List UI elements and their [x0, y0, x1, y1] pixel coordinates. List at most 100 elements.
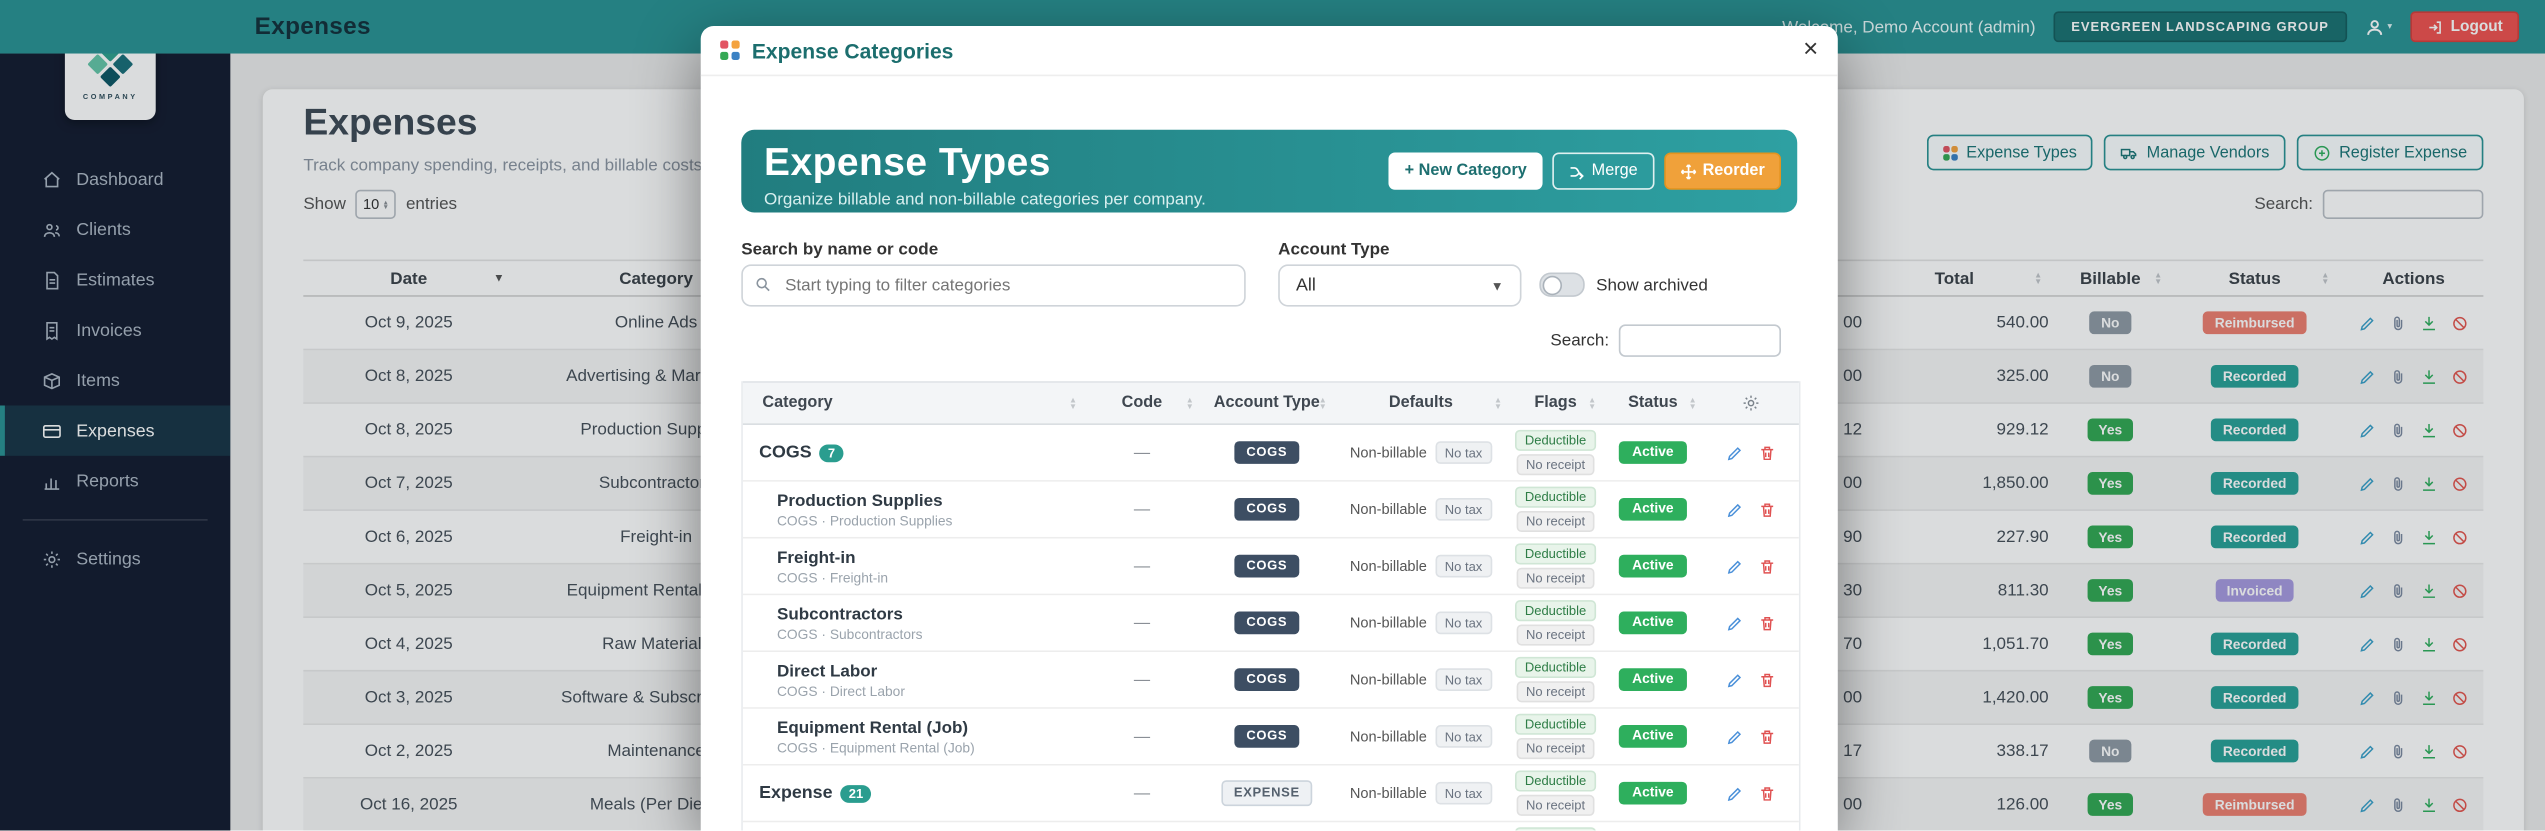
account-type-badge: COGS	[1235, 725, 1299, 748]
category-name: Production Supplies	[776, 490, 943, 511]
modal-title: Expense Categories	[751, 38, 954, 63]
expense-types-banner: Expense Types Organize billable and non-…	[741, 129, 1798, 213]
category-table-row: Subcontractors COGS · Subcontractors — C…	[742, 595, 1799, 653]
column-header-status[interactable]: Status ▲ ▼	[1603, 383, 1704, 424]
category-code: —	[1133, 727, 1151, 746]
category-code: —	[1133, 670, 1151, 689]
category-name: COGS	[759, 442, 812, 463]
account-type-label: Account Type	[1278, 240, 1390, 260]
billable-default: Non-billable	[1349, 501, 1427, 518]
delete-category-icon[interactable]	[1758, 444, 1776, 462]
delete-category-icon[interactable]	[1758, 614, 1776, 632]
receipt-flag-badge: No receipt	[1516, 738, 1595, 760]
category-code: —	[1133, 500, 1151, 519]
delete-category-icon[interactable]	[1758, 500, 1776, 518]
category-code: —	[1133, 784, 1151, 803]
receipt-flag-badge: No receipt	[1516, 794, 1595, 816]
sort-icon: ▲▼	[1588, 394, 1597, 412]
edit-category-icon[interactable]	[1726, 614, 1744, 632]
billable-default: Non-billable	[1349, 444, 1427, 461]
billable-default: Non-billable	[1349, 557, 1427, 575]
subcategory-count-badge: 7	[819, 443, 844, 462]
tax-default-badge: No tax	[1435, 497, 1493, 521]
show-archived-toggle[interactable]	[1539, 272, 1585, 297]
category-name: Equipment Rental (Job)	[776, 717, 969, 738]
receipt-flag-badge: No receipt	[1516, 454, 1595, 476]
categories-icon	[720, 40, 739, 60]
receipt-flag-badge: No receipt	[1516, 681, 1595, 703]
search-icon	[754, 276, 772, 294]
banner-subtitle: Organize billable and non-billable categ…	[763, 189, 1206, 210]
category-path: COGS · Equipment Rental (Job)	[776, 738, 975, 756]
status-badge: Active	[1619, 497, 1687, 521]
column-header-code[interactable]: Code ▲ ▼	[1084, 383, 1201, 424]
account-type-badge: COGS	[1235, 611, 1299, 635]
deductible-badge: Deductible	[1515, 770, 1596, 792]
app-window: Expenses Welcome, Demo Account (admin) E…	[0, 0, 2545, 831]
deductible-badge: Deductible	[1515, 600, 1596, 622]
status-badge: Active	[1619, 611, 1687, 635]
category-path: COGS · Production Supplies	[776, 511, 953, 528]
account-type-badge: COGS	[1235, 441, 1299, 464]
column-header-flags[interactable]: Flags ▲ ▼	[1509, 383, 1603, 424]
delete-category-icon[interactable]	[1758, 557, 1776, 575]
sort-icon: ▲▼	[1493, 394, 1503, 412]
sort-icon: ▲▼	[1318, 394, 1327, 412]
category-name: Direct Labor	[776, 660, 878, 681]
edit-category-icon[interactable]	[1726, 671, 1744, 689]
status-badge: Active	[1619, 554, 1687, 578]
category-name: Expense	[759, 783, 833, 803]
delete-category-icon[interactable]	[1758, 671, 1776, 689]
close-icon[interactable]: ×	[1803, 36, 1818, 63]
category-table-search: Search:	[1550, 324, 1782, 357]
edit-category-icon[interactable]	[1726, 444, 1744, 462]
edit-category-icon[interactable]	[1726, 500, 1744, 518]
edit-category-icon[interactable]	[1726, 557, 1744, 575]
billable-default: Non-billable	[1349, 785, 1427, 802]
show-archived-control: Show archived	[1539, 272, 1708, 297]
new-category-button[interactable]: + New Category	[1388, 152, 1544, 190]
delete-category-icon[interactable]	[1758, 727, 1776, 745]
column-header-defaults[interactable]: Defaults ▲ ▼	[1333, 383, 1508, 424]
edit-category-icon[interactable]	[1726, 784, 1744, 802]
billable-default: Non-billable	[1349, 614, 1427, 631]
category-search	[741, 264, 1246, 307]
edit-category-icon[interactable]	[1726, 727, 1744, 745]
receipt-flag-badge: No receipt	[1516, 624, 1595, 646]
category-table-search-input[interactable]	[1618, 324, 1782, 357]
tax-default-badge: No tax	[1435, 441, 1493, 464]
category-path: COGS · Freight-in	[776, 568, 889, 585]
deductible-badge: Deductible	[1515, 827, 1596, 831]
show-archived-label: Show archived	[1596, 274, 1708, 295]
tax-default-badge: No tax	[1435, 554, 1493, 578]
account-type-select[interactable]: All ▼	[1278, 264, 1522, 307]
category-table-row: Production Supplies COGS · Production Su…	[742, 481, 1799, 539]
deductible-badge: Deductible	[1515, 486, 1596, 508]
categories-table: Category ▲ ▼ Code ▲ ▼ Account Type ▲ ▼ Defa…	[741, 381, 1801, 831]
expense-categories-modal: Expense Categories × Expense Types Organ…	[700, 25, 1838, 831]
status-badge: Active	[1619, 724, 1687, 749]
category-table-row: Advertising & Marketing 3 — EXPENSE Non-…	[742, 822, 1799, 831]
categories-table-header: Category ▲ ▼ Code ▲ ▼ Account Type ▲ ▼ Defa…	[742, 381, 1799, 425]
move-arrows-icon	[1680, 163, 1696, 179]
category-table-row: COGS 7 — COGS Non-billable No tax Deduct…	[742, 424, 1799, 482]
category-search-input[interactable]	[741, 264, 1246, 307]
banner-buttons: + New Category Merge Reorder	[1388, 152, 1782, 190]
receipt-flag-badge: No receipt	[1516, 510, 1595, 533]
account-type-badge: COGS	[1235, 668, 1299, 691]
sort-icon: ▲▼	[1688, 394, 1697, 412]
merge-button[interactable]: Merge	[1552, 152, 1654, 190]
column-header-account-type[interactable]: Account Type ▲ ▼	[1200, 383, 1333, 424]
category-table-row: Freight-in COGS · Freight-in — COGS Non-…	[742, 538, 1799, 596]
category-name: Freight-in	[776, 547, 856, 567]
reorder-button[interactable]: Reorder	[1663, 152, 1782, 190]
category-code: —	[1133, 443, 1151, 462]
status-badge: Active	[1619, 781, 1687, 805]
category-code: —	[1133, 613, 1151, 632]
category-path: COGS · Subcontractors	[776, 625, 923, 642]
delete-category-icon[interactable]	[1758, 784, 1776, 802]
modal-header: Expense Categories ×	[700, 26, 1838, 77]
column-header-settings[interactable]	[1703, 383, 1799, 424]
column-header-category[interactable]: Category ▲▼	[743, 383, 1084, 424]
tax-default-badge: No tax	[1435, 725, 1493, 748]
